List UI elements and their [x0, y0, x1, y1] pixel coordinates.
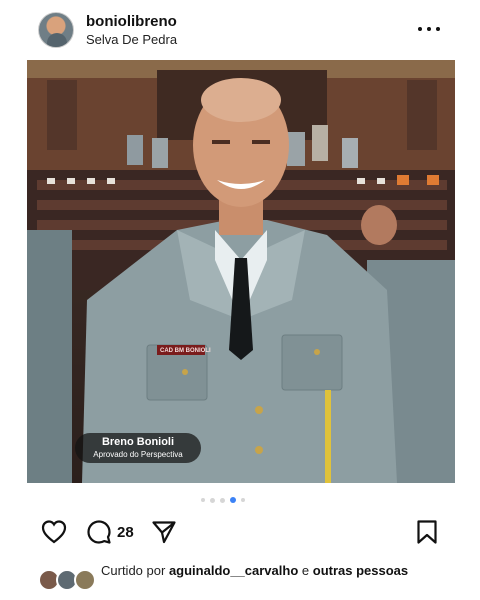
- action-bar: 28: [0, 515, 480, 549]
- post-photo[interactable]: Breno Bonioli Aprovado do Perspectiva: [27, 60, 455, 483]
- username[interactable]: boniolibreno: [86, 13, 177, 30]
- carousel-dot: [220, 497, 225, 503]
- comment-count[interactable]: 28: [117, 524, 134, 541]
- carousel-dot-active: [230, 497, 236, 503]
- liked-by-avatars[interactable]: [38, 569, 100, 593]
- carousel-dot: [210, 497, 215, 503]
- uniform-tag: CAD BM BONIOLI: [160, 348, 211, 354]
- comment-icon[interactable]: [86, 519, 112, 545]
- liked-by-user[interactable]: aguinaldo__carvalho: [169, 563, 298, 578]
- heart-icon[interactable]: [40, 518, 68, 546]
- liked-by-others[interactable]: outras pessoas: [313, 563, 408, 578]
- caption-subtitle: Aprovado do Perspectiva: [93, 450, 183, 459]
- liked-by-text[interactable]: Curtido por aguinaldo__carvalho e outras…: [101, 562, 421, 579]
- likes-summary: Curtido por aguinaldo__carvalho e outras…: [0, 560, 480, 600]
- bookmark-icon[interactable]: [416, 519, 438, 545]
- location[interactable]: Selva De Pedra: [86, 32, 177, 47]
- avatar[interactable]: [38, 12, 74, 48]
- carousel-dot: [201, 498, 205, 502]
- more-icon[interactable]: [418, 18, 440, 40]
- avatar: [74, 569, 96, 591]
- liked-by-connector: e: [301, 563, 310, 578]
- caption-name: Breno Bonioli: [101, 436, 175, 448]
- carousel-dot: [241, 498, 245, 502]
- caption-badge[interactable]: Breno Bonioli Aprovado do Perspectiva: [75, 433, 201, 463]
- liked-by-prefix: Curtido por: [101, 563, 166, 578]
- photo-illustration: [27, 60, 455, 483]
- carousel-indicator: [201, 496, 271, 504]
- post-header: boniolibreno Selva De Pedra: [0, 0, 480, 60]
- share-icon[interactable]: [151, 519, 177, 545]
